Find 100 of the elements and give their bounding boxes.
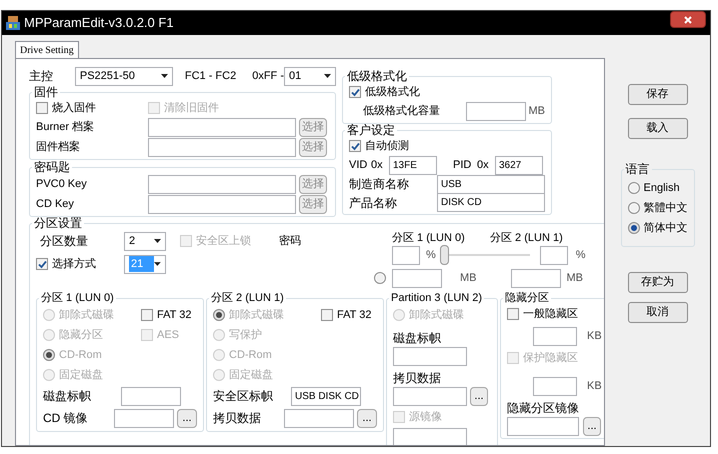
group-title: 固件: [33, 86, 59, 99]
input-field[interactable]: [510, 268, 560, 288]
column-header: 分区 1 (LUN 0): [392, 231, 466, 244]
input-field[interactable]: 3627: [495, 156, 543, 174]
browse-button[interactable]: ...: [177, 408, 197, 428]
input-field[interactable]: [533, 376, 577, 396]
field-label: 0xFF -: [252, 68, 284, 84]
slider[interactable]: [440, 245, 530, 265]
input-field[interactable]: USB DISK CD: [291, 386, 361, 406]
column-header: 分区 2 (LUN 1): [490, 231, 563, 244]
unit-label: MB: [566, 270, 583, 286]
field-label: CD 镜像: [43, 410, 89, 427]
field-label: CD Key: [36, 196, 75, 212]
dropdown[interactable]: 01: [284, 66, 336, 86]
field-label: 密码: [279, 234, 301, 249]
field-label: 拷贝数据: [393, 370, 442, 387]
browse-button[interactable]: ...: [357, 408, 377, 428]
dialog-button[interactable]: 保存: [628, 84, 688, 105]
unit-label: %: [576, 248, 586, 263]
group-title: 语言: [624, 161, 650, 178]
app-icon: [6, 16, 20, 30]
field-label: 隐藏分区镜像: [507, 400, 580, 417]
dropdown[interactable]: PS2251-50: [74, 66, 173, 86]
checkbox[interactable]: FAT 32: [141, 306, 192, 324]
field-label: Burner 档案: [36, 120, 96, 135]
group-title: 分区 2 (LUN 1): [210, 292, 285, 305]
input-field[interactable]: [392, 268, 442, 288]
group-title: 密码匙: [33, 161, 71, 174]
field-label: 安全区标帜: [213, 388, 274, 405]
radio-button[interactable]: 简体中文: [628, 218, 688, 238]
input-field[interactable]: USB: [437, 174, 545, 194]
close-button[interactable]: [670, 11, 706, 28]
unit-label: MB: [528, 104, 545, 119]
field-label: 磁盘标帜: [393, 330, 442, 347]
field-label: 产品名称: [349, 194, 398, 212]
group-title: 隐藏分区: [504, 292, 550, 305]
checkbox[interactable]: 选择方式: [36, 255, 124, 273]
field-label: 分区数量: [40, 233, 89, 250]
radio-button[interactable]: English: [628, 178, 688, 198]
group-title: Partition 3 (LUN 2): [390, 292, 484, 305]
input-field[interactable]: [507, 417, 579, 436]
caret-icon: [154, 239, 161, 243]
input-field[interactable]: DISK CD: [437, 193, 545, 212]
input-field[interactable]: [393, 387, 467, 406]
checkbox[interactable]: 低级格式化: [349, 83, 545, 101]
input-field[interactable]: 13FE: [389, 156, 437, 174]
close-icon: [684, 16, 692, 24]
group-title: 客户设定: [346, 124, 396, 137]
field-label: 制造商名称: [349, 176, 410, 193]
input-field[interactable]: [148, 174, 296, 194]
window-title: MPParamEdit-v3.0.2.0 F1: [24, 14, 174, 32]
unit-label: %: [426, 248, 436, 263]
dialog-button[interactable]: 取消: [628, 302, 688, 323]
input-field[interactable]: [393, 428, 467, 445]
check-icon: [350, 88, 360, 96]
input-field[interactable]: [114, 408, 174, 428]
slider-thumb[interactable]: [440, 245, 449, 265]
checkbox[interactable]: 烧入固件: [36, 99, 148, 117]
input-field[interactable]: [284, 408, 354, 428]
input-field[interactable]: [466, 102, 526, 120]
check-icon: [38, 260, 46, 268]
field-label: 0x: [371, 158, 384, 173]
field-label: PVC0 Key: [36, 176, 88, 192]
caret-icon: [154, 262, 161, 266]
field-label: 低级格式化容量: [363, 104, 441, 119]
unit-label: KB: [587, 328, 602, 344]
dialog-button[interactable]: 存贮为: [628, 272, 688, 293]
input-field[interactable]: [533, 326, 577, 346]
field-label: FC1 - FC2: [184, 68, 236, 84]
input-field[interactable]: [540, 246, 568, 264]
caret-icon: [324, 74, 331, 78]
checkbox[interactable]: 自动侦测: [349, 137, 545, 155]
checkbox[interactable]: FAT 32: [321, 306, 372, 324]
dropdown[interactable]: 2: [124, 232, 166, 250]
input-field[interactable]: [392, 246, 420, 264]
input-field[interactable]: [393, 347, 467, 366]
input-field[interactable]: [148, 194, 296, 214]
input-field[interactable]: [148, 138, 296, 156]
field-label: 固件档案: [36, 140, 81, 155]
browse-button[interactable]: ...: [470, 387, 488, 406]
group-title: 分区设置: [33, 217, 83, 230]
field-label: 0x: [477, 158, 490, 173]
tab[interactable]: Drive Setting: [15, 41, 79, 58]
field-label: 拷贝数据: [213, 410, 262, 427]
field-label: 磁盘标帜: [43, 388, 92, 405]
group-title: 低级格式化: [346, 70, 408, 83]
field-label: 主控: [29, 68, 54, 85]
unit-label: MB: [460, 270, 476, 286]
check-icon: [350, 142, 360, 150]
field-label: VID: [349, 158, 368, 173]
input-field[interactable]: [121, 386, 181, 406]
checkbox[interactable]: 一般隐藏区: [507, 305, 601, 323]
caret-icon: [160, 74, 168, 78]
radio-button[interactable]: 繁體中文: [628, 198, 688, 218]
group-title: 分区 1 (LUN 0): [40, 292, 115, 305]
field-label: PID: [453, 158, 472, 173]
unit-label: KB: [587, 378, 602, 394]
input-field[interactable]: [148, 118, 296, 136]
browse-button[interactable]: ...: [583, 417, 601, 436]
dialog-button[interactable]: 载入: [628, 118, 688, 139]
